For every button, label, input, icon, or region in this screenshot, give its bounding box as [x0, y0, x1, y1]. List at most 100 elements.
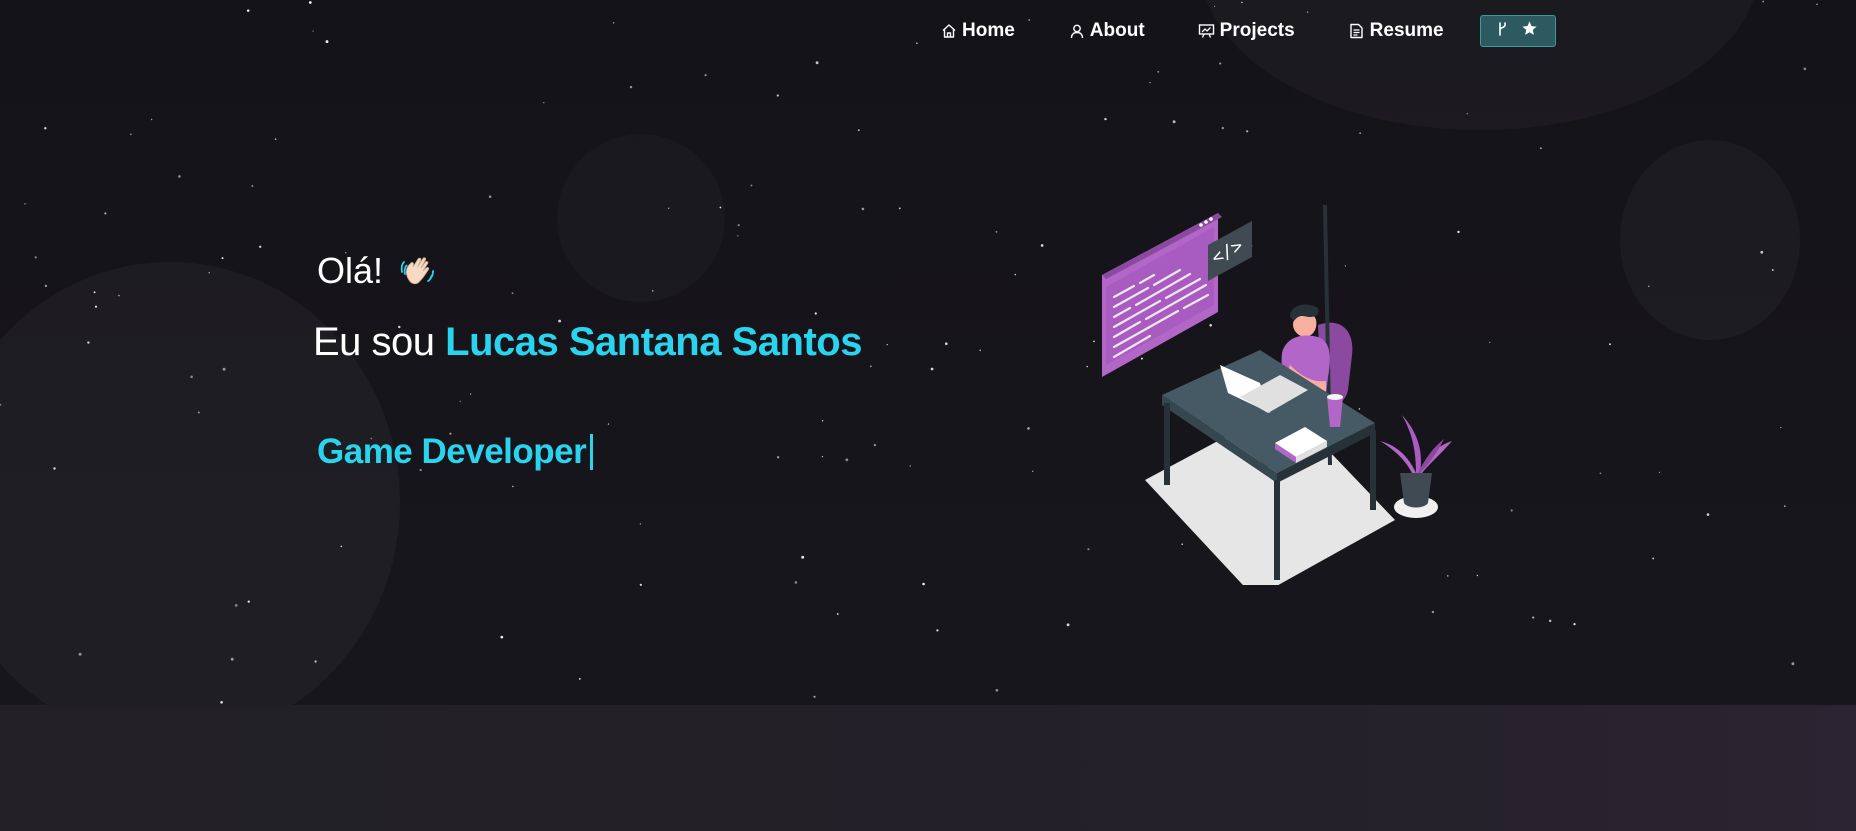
star: [995, 230, 998, 233]
star: [737, 223, 740, 227]
star: [1014, 273, 1017, 276]
star: [178, 175, 181, 178]
star: [150, 118, 153, 121]
star: [776, 456, 780, 459]
star: [1539, 147, 1542, 150]
star: [1066, 623, 1070, 627]
star: [873, 443, 877, 447]
nav-home[interactable]: Home: [940, 20, 1015, 42]
star: [944, 342, 948, 346]
bg-blob-right: [1620, 140, 1800, 340]
presentation-icon: [1198, 22, 1216, 40]
star: [936, 629, 939, 632]
star: [815, 61, 819, 65]
star: [612, 22, 615, 24]
star: [312, 30, 314, 32]
star: [886, 343, 888, 346]
git-fork-icon: [1497, 21, 1509, 42]
intro-prefix: Eu sou: [313, 320, 435, 364]
developer-name: Lucas Santana Santos: [445, 320, 862, 364]
star: [639, 523, 642, 525]
star: [325, 40, 329, 44]
star: [861, 207, 865, 211]
star: [814, 312, 817, 315]
star: [44, 284, 48, 288]
star: [1652, 557, 1655, 560]
greeting-text: Olá!: [317, 250, 384, 291]
star: [909, 465, 911, 467]
star: [1172, 120, 1176, 124]
star: [836, 613, 839, 615]
star: [104, 212, 107, 215]
star: [1706, 513, 1710, 516]
nav-projects[interactable]: Projects: [1198, 20, 1295, 42]
github-star-button[interactable]: [1479, 15, 1556, 47]
plant: [1380, 415, 1452, 518]
star: [1104, 117, 1107, 121]
star: [469, 393, 472, 395]
document-icon: [1348, 22, 1366, 40]
star: [776, 94, 779, 97]
nav-home-label: Home: [962, 20, 1015, 41]
lower-section: [0, 705, 1856, 831]
star: [1658, 471, 1661, 474]
star: [1599, 472, 1602, 475]
star: [44, 127, 47, 130]
star: [857, 129, 860, 132]
star: [1573, 622, 1576, 626]
star: [898, 207, 901, 210]
star: [922, 582, 925, 586]
star: [1762, 0, 1765, 3]
star: [639, 583, 642, 586]
star: [459, 400, 461, 402]
star: [251, 184, 254, 188]
nav-about-label: About: [1089, 20, 1145, 41]
star: [24, 203, 26, 205]
star: [1489, 341, 1491, 344]
star: [801, 555, 805, 559]
star: [916, 42, 918, 45]
star: [1086, 365, 1088, 368]
waving-hand-icon: [397, 250, 439, 292]
star: [869, 365, 872, 368]
star: [930, 367, 934, 371]
star: [1816, 3, 1818, 5]
star: [821, 455, 824, 458]
nav-resume[interactable]: Resume: [1348, 20, 1444, 42]
star: [1027, 427, 1030, 430]
star: [1040, 244, 1044, 247]
star: [1803, 67, 1807, 71]
greeting: Olá!: [317, 250, 439, 292]
star: [1149, 81, 1151, 84]
star: [737, 235, 739, 237]
star: [813, 695, 816, 698]
star: [794, 581, 798, 584]
star: [1609, 343, 1611, 346]
star-icon: [1521, 20, 1538, 42]
star: [1532, 616, 1535, 619]
star: [274, 138, 277, 140]
star: [1791, 662, 1795, 666]
star: [1246, 130, 1249, 133]
star: [488, 195, 492, 198]
star: [1221, 126, 1225, 130]
navbar: Home About Projects Resume: [940, 14, 1556, 48]
star: [130, 133, 132, 135]
code-window: [1102, 213, 1222, 377]
star: [1359, 132, 1361, 134]
star: [1548, 619, 1552, 623]
star: [308, 1, 312, 4]
star: [1157, 70, 1160, 73]
nav-projects-label: Projects: [1219, 20, 1295, 41]
nav-about[interactable]: About: [1068, 20, 1145, 42]
star: [1780, 426, 1782, 429]
home-icon: [940, 22, 958, 40]
typewriter-role: Game Developer: [317, 432, 594, 472]
bg-blob-small: [557, 134, 725, 302]
star: [543, 101, 545, 104]
page: Home About Projects Resume Olá! Eu sou L…: [0, 0, 1856, 831]
star: [607, 423, 610, 425]
star: [995, 688, 999, 692]
star: [629, 85, 633, 89]
star: [821, 420, 824, 422]
